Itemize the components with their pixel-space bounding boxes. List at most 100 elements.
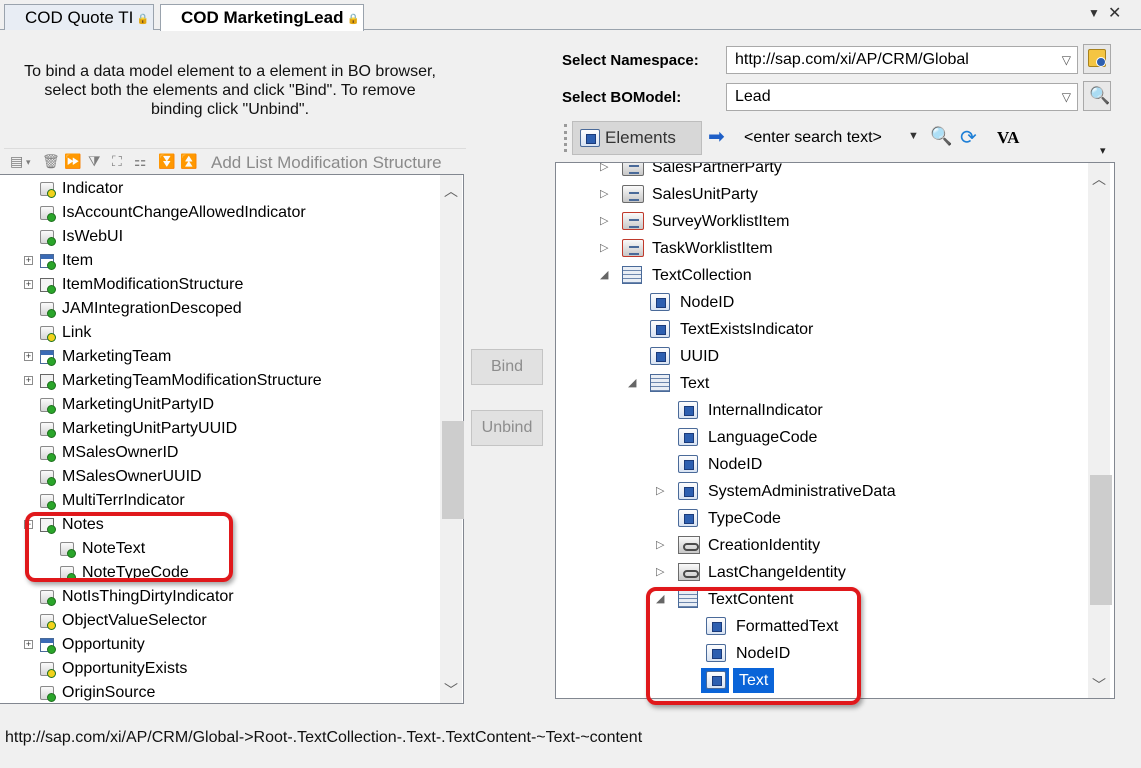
bo-node-typecode[interactable]: TypeCode bbox=[556, 505, 1088, 532]
bo-node-label: TypeCode bbox=[708, 510, 781, 527]
tree-item-opportunityexists[interactable]: OpportunityExists bbox=[0, 657, 440, 681]
bo-node-textexistsindicator[interactable]: TextExistsIndicator bbox=[556, 316, 1088, 343]
elements-button[interactable]: Elements bbox=[572, 121, 702, 155]
bo-node-creationidentity[interactable]: ▷ CreationIdentity bbox=[556, 532, 1088, 559]
tree-item-link[interactable]: Link bbox=[0, 321, 440, 345]
scrollbar-thumb[interactable] bbox=[1090, 475, 1112, 605]
bo-node-label: SurveyWorklistItem bbox=[652, 213, 790, 230]
namespace-select[interactable]: http://sap.com/xi/AP/CRM/Global ▽ bbox=[726, 46, 1078, 74]
delete-icon[interactable]: 🗑 bbox=[42, 153, 60, 170]
tree-item-label: JAMIntegrationDescoped bbox=[62, 300, 242, 317]
tree-item-marketingteammodificationstructure[interactable]: + MarketingTeamModificationStructure bbox=[0, 369, 440, 393]
expand-all-icon[interactable]: ⏬ bbox=[158, 153, 175, 170]
field-icon bbox=[40, 614, 56, 630]
tree-item-item[interactable]: + Item bbox=[0, 249, 440, 273]
va-button[interactable]: VA bbox=[997, 128, 1019, 148]
chevron-down-icon[interactable]: ▽ bbox=[1062, 84, 1071, 110]
bo-node-internalindicator[interactable]: InternalIndicator bbox=[556, 397, 1088, 424]
tree-item-jamintegrationdescoped[interactable]: JAMIntegrationDescoped bbox=[0, 297, 440, 321]
expand-icon[interactable]: + bbox=[24, 376, 33, 385]
grip-icon bbox=[564, 124, 567, 152]
tree-item-marketingunitpartyuuid[interactable]: MarketingUnitPartyUUID bbox=[0, 417, 440, 441]
expand-icon[interactable]: ▷ bbox=[600, 235, 608, 262]
expand-icon[interactable]: ▷ bbox=[600, 208, 608, 235]
browse-namespace-button[interactable] bbox=[1083, 44, 1111, 74]
bo-node-lastchangeidentity[interactable]: ▷ LastChangeIdentity bbox=[556, 559, 1088, 586]
tree-item-msalesownerid[interactable]: MSalesOwnerID bbox=[0, 441, 440, 465]
bo-browser-toolbar: Elements ➡ <enter search text> ▼ 🔍 ⟳ VA … bbox=[562, 118, 1117, 158]
tree-item-originsource[interactable]: OriginSource bbox=[0, 681, 440, 703]
tree-item-multiterrindicator[interactable]: MultiTerrIndicator bbox=[0, 489, 440, 513]
close-icon[interactable]: ✕ bbox=[1108, 3, 1121, 23]
bo-node-languagecode[interactable]: LanguageCode bbox=[556, 424, 1088, 451]
search-bomodel-button[interactable]: 🔍 bbox=[1083, 81, 1111, 111]
bo-node-nodeid[interactable]: NodeID bbox=[556, 451, 1088, 478]
tree-item-opportunity[interactable]: + Opportunity bbox=[0, 633, 440, 657]
scrollbar-thumb[interactable] bbox=[442, 421, 464, 519]
expand-icon[interactable]: ▷ bbox=[656, 478, 664, 505]
field-icon bbox=[40, 182, 56, 198]
expand-icon[interactable]: + bbox=[24, 352, 33, 361]
bo-node-salesunitparty[interactable]: ▷ SalesUnitParty bbox=[556, 181, 1088, 208]
expand-icon[interactable]: + bbox=[24, 280, 33, 289]
tree-item-marketingunitpartyid[interactable]: MarketingUnitPartyID bbox=[0, 393, 440, 417]
tree-item-isaccountchangeallowedindicator[interactable]: IsAccountChangeAllowedIndicator bbox=[0, 201, 440, 225]
add-list-modification-structure-button[interactable]: Add List Modification Structure bbox=[211, 153, 442, 173]
collapse-all-icon[interactable]: ⏫ bbox=[180, 153, 197, 170]
tree-item-iswebui[interactable]: IsWebUI bbox=[0, 225, 440, 249]
expand-icon[interactable]: ▷ bbox=[600, 181, 608, 208]
bind-button[interactable]: Bind bbox=[471, 349, 543, 385]
hierarchy-icon[interactable]: ⛶ bbox=[112, 153, 122, 170]
new-icon[interactable]: ▤ bbox=[10, 153, 23, 170]
bomodel-select[interactable]: Lead ▽ bbox=[726, 83, 1078, 111]
chevron-down-icon[interactable]: ▽ bbox=[1062, 47, 1071, 73]
tree-item-itemmodificationstructure[interactable]: + ItemModificationStructure bbox=[0, 273, 440, 297]
scroll-down-icon[interactable]: ﹀ bbox=[440, 680, 462, 700]
tab-cod-quote-ti[interactable]: COD Quote TI 🔒 bbox=[4, 4, 155, 30]
bo-node-text[interactable]: ◢ Text bbox=[556, 370, 1088, 397]
scroll-down-icon[interactable]: ﹀ bbox=[1088, 675, 1110, 695]
tree-item-objectvalueselector[interactable]: ObjectValueSelector bbox=[0, 609, 440, 633]
move-icon[interactable]: ⏩ bbox=[64, 153, 81, 170]
filter-icon[interactable]: ⧩ bbox=[88, 153, 101, 170]
bo-node-uuid[interactable]: UUID bbox=[556, 343, 1088, 370]
bo-node-taskworklistitem[interactable]: ▷ TaskWorklistItem bbox=[556, 235, 1088, 262]
table-icon bbox=[40, 638, 56, 654]
search-icon[interactable]: 🔍 bbox=[930, 126, 952, 147]
expand-icon[interactable]: + bbox=[24, 640, 33, 649]
tree-item-msalesowneruuid[interactable]: MSalesOwnerUUID bbox=[0, 465, 440, 489]
scroll-up-icon[interactable]: ︿ bbox=[1088, 169, 1110, 189]
bo-node-textcollection[interactable]: ◢ TextCollection bbox=[556, 262, 1088, 289]
tab-cod-marketing-lead[interactable]: COD MarketingLead 🔒 bbox=[160, 4, 365, 31]
expand-icon[interactable]: ▷ bbox=[656, 559, 664, 586]
bo-node-nodeid[interactable]: NodeID bbox=[556, 289, 1088, 316]
bo-node-surveyworklistitem[interactable]: ▷ SurveyWorklistItem bbox=[556, 208, 1088, 235]
overflow-menu-icon[interactable]: ▾ bbox=[1100, 144, 1106, 157]
tree-item-marketingteam[interactable]: + MarketingTeam bbox=[0, 345, 440, 369]
bo-node-label: NodeID bbox=[680, 294, 735, 311]
left-scrollbar[interactable]: ︿ ﹀ bbox=[440, 175, 464, 703]
tab-label: COD MarketingLead bbox=[181, 8, 344, 27]
field-icon bbox=[40, 590, 56, 606]
unbind-button[interactable]: Unbind bbox=[471, 410, 543, 446]
right-scrollbar[interactable]: ︿ ﹀ bbox=[1088, 163, 1112, 698]
bo-node-systemadministrativedata[interactable]: ▷ SystemAdministrativeData bbox=[556, 478, 1088, 505]
refresh-icon[interactable]: ⟳ bbox=[960, 125, 977, 150]
expand-icon[interactable]: ▷ bbox=[656, 532, 664, 559]
tree-item-indicator[interactable]: Indicator bbox=[0, 177, 440, 201]
tree-item-notisthingdirtyindicator[interactable]: NotIsThingDirtyIndicator bbox=[0, 585, 440, 609]
collapse-icon[interactable]: ◢ bbox=[600, 262, 608, 289]
chevron-down-icon[interactable]: ▾ bbox=[26, 157, 31, 168]
chevron-down-icon[interactable]: ▼ bbox=[908, 130, 919, 142]
search-input[interactable]: <enter search text> bbox=[736, 124, 922, 152]
bo-node-salespartnerparty[interactable]: ▷ SalesPartnerParty bbox=[556, 163, 1088, 181]
expand-icon[interactable]: + bbox=[24, 256, 33, 265]
expand-icon[interactable]: ▷ bbox=[600, 163, 608, 181]
structure-icon bbox=[40, 278, 56, 294]
tree-item-label: MultiTerrIndicator bbox=[62, 492, 185, 509]
tree-icon[interactable]: ⚏ bbox=[134, 153, 147, 170]
tab-dropdown-icon[interactable]: ▼ bbox=[1088, 6, 1100, 20]
scroll-up-icon[interactable]: ︿ bbox=[440, 181, 462, 201]
arrow-right-icon[interactable]: ➡ bbox=[708, 124, 725, 149]
collapse-icon[interactable]: ◢ bbox=[628, 370, 636, 397]
